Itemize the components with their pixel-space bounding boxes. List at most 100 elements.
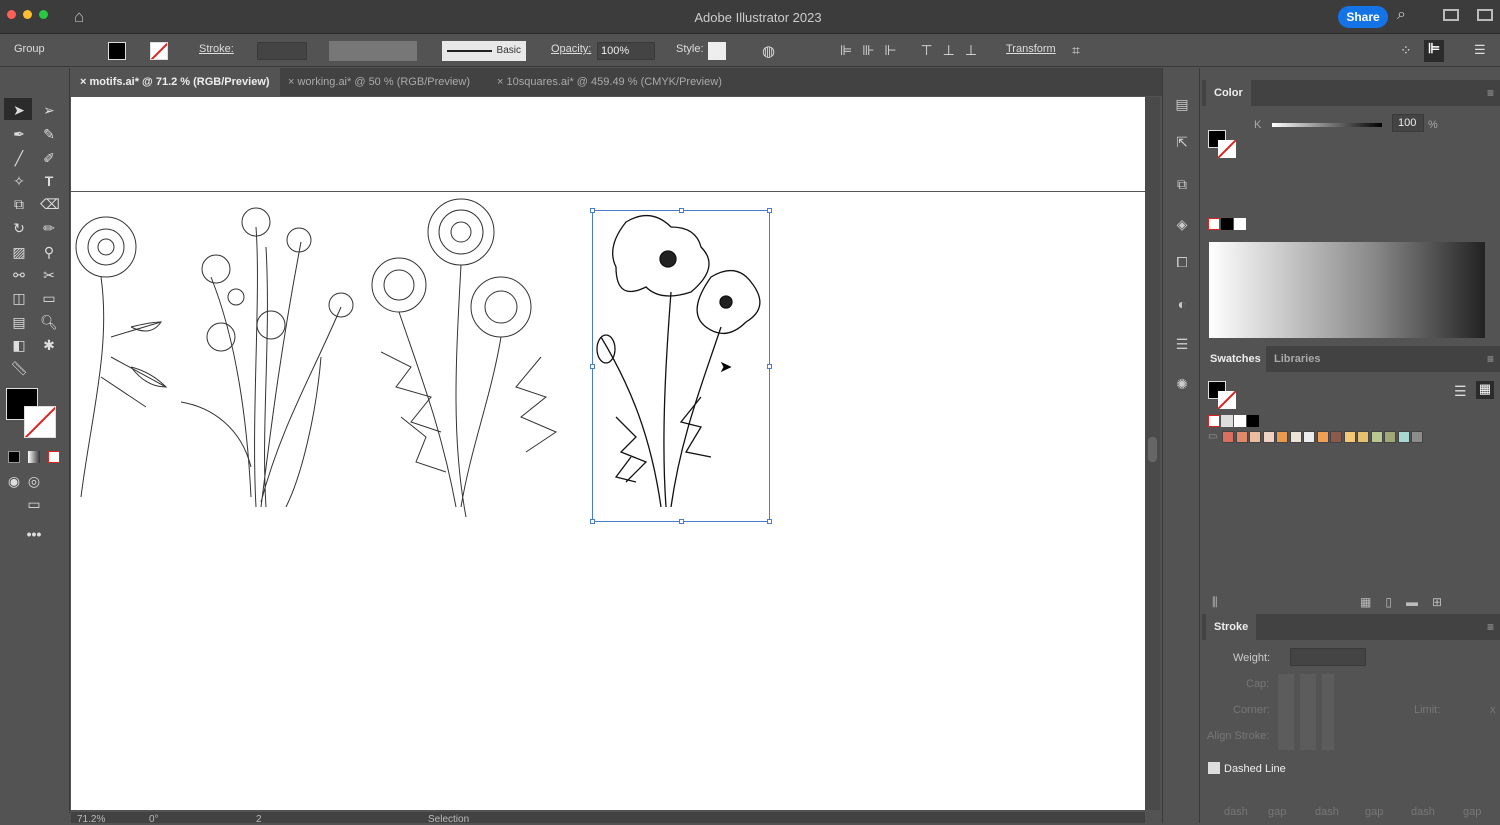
pencil-tool-icon[interactable]: ✏ — [40, 220, 58, 236]
adjustments-icon[interactable]: ☰ — [1173, 336, 1191, 352]
canvas[interactable]: ➤ — [71, 97, 1145, 810]
resize-handle[interactable] — [679, 208, 684, 213]
opacity-label[interactable]: Opacity: — [551, 43, 591, 55]
transform-button[interactable]: Transform — [1006, 43, 1056, 55]
stroke-panel-tab[interactable]: Stroke — [1206, 614, 1257, 640]
tab-working[interactable]: × working.ai* @ 50 % (RGB/Preview) — [278, 68, 480, 96]
resize-handle[interactable] — [590, 364, 595, 369]
color-swatch[interactable] — [1249, 431, 1261, 443]
shaper-tool-icon[interactable]: ✐ — [40, 150, 58, 166]
measure-tool-icon[interactable]: 📏︎ — [10, 360, 28, 376]
k-value-input[interactable]: 100 — [1392, 114, 1424, 132]
swatch-none[interactable] — [1208, 415, 1220, 427]
recolor-icon[interactable]: ◍ — [762, 42, 775, 60]
swatch-registration[interactable] — [1221, 415, 1233, 427]
artboards-icon[interactable]: ⧉ — [1173, 176, 1191, 192]
current-tool[interactable]: Selection — [428, 814, 469, 825]
export-icon[interactable]: ⇱ — [1173, 134, 1191, 150]
color-swatch[interactable] — [1303, 431, 1315, 443]
folder-icon[interactable]: ▭ — [1208, 431, 1217, 442]
arrange-icon[interactable]: ⁘ — [1400, 42, 1412, 59]
color-stroke-swatch[interactable] — [1218, 140, 1236, 158]
swatch-actions-icons[interactable]: ▦▯▬⊞ — [1360, 595, 1456, 609]
opacity-input[interactable]: 100% — [597, 42, 655, 60]
swatch-stroke[interactable] — [1218, 391, 1236, 409]
panel-menu-icon[interactable]: ≡ — [1487, 352, 1494, 366]
vertical-scrollbar[interactable] — [1145, 97, 1160, 810]
stroke-option-buttons[interactable] — [1278, 674, 1334, 750]
resize-handle[interactable] — [679, 519, 684, 524]
gradient-tool-icon[interactable]: ▨ — [10, 244, 28, 260]
color-swatch[interactable] — [1397, 431, 1410, 443]
tab-libraries[interactable]: Libraries — [1266, 346, 1329, 372]
eraser-tool-icon[interactable]: ⌫ — [40, 196, 60, 212]
search-icon[interactable]: ⌕ — [1397, 6, 1406, 24]
style-swatch[interactable] — [708, 42, 726, 60]
artboard-number[interactable]: 2 — [256, 814, 262, 825]
color-swatch[interactable] — [1235, 431, 1248, 443]
none-swatch[interactable] — [1208, 218, 1220, 230]
white-swatch[interactable] — [1234, 218, 1246, 230]
color-swatch[interactable] — [1276, 431, 1288, 443]
scale-tool-icon[interactable]: ⧉ — [10, 196, 28, 212]
color-swatch[interactable] — [1370, 431, 1383, 443]
swatch-white[interactable] — [1234, 415, 1246, 427]
isolate-icon[interactable]: ⌗ — [1072, 42, 1080, 59]
eyedropper-tool-icon[interactable]: ⚲ — [40, 244, 58, 260]
direct-selection-tool-icon[interactable]: ➢ — [40, 102, 58, 118]
swatch-black[interactable] — [1247, 415, 1259, 427]
color-mode-icon[interactable] — [8, 451, 20, 463]
pathfinder-icon[interactable]: ⧠ — [1173, 254, 1191, 270]
weight-input[interactable] — [1290, 648, 1366, 666]
black-swatch[interactable] — [1221, 218, 1233, 230]
appearance-icon[interactable]: ◐ — [1173, 296, 1191, 312]
color-swatch[interactable] — [1411, 431, 1423, 443]
pen-tool-icon[interactable]: ✒ — [10, 126, 28, 142]
stroke-color-box[interactable] — [24, 406, 56, 438]
screen-mode-icon[interactable]: ▭ — [25, 496, 43, 512]
swatch-library-icon[interactable]: ⫼ — [1212, 595, 1218, 610]
color-swatch[interactable] — [1316, 431, 1329, 443]
grid-view-icon[interactable]: ▦ — [1476, 381, 1494, 399]
color-swatch[interactable] — [1330, 431, 1342, 443]
brush-definition[interactable]: Basic — [442, 41, 526, 61]
selection-tool-icon[interactable]: ➤ — [10, 102, 28, 118]
color-panel-tab[interactable]: Color — [1206, 80, 1251, 106]
panel-toggle-icon[interactable] — [1477, 9, 1493, 21]
resize-handle[interactable] — [590, 519, 595, 524]
dashed-line-checkbox[interactable] — [1208, 762, 1220, 774]
fill-swatch[interactable] — [108, 42, 126, 60]
selection-bounding-box[interactable] — [590, 208, 772, 524]
slice-tool-icon[interactable]: ✂ — [40, 267, 58, 283]
align-icons[interactable]: ⊫⊪⊩ ⊤⊥⊥ — [840, 42, 987, 59]
color-swatch[interactable] — [1343, 431, 1356, 443]
puppet-warp-icon[interactable]: ✱ — [40, 337, 58, 353]
line-tool-icon[interactable]: ╱ — [10, 150, 28, 166]
magic-wand-icon[interactable]: ✧ — [10, 173, 28, 189]
brushes-icon[interactable]: ✺ — [1173, 376, 1191, 392]
control-menu-icon[interactable]: ☰ — [1474, 42, 1486, 58]
color-swatch[interactable] — [1222, 431, 1234, 443]
blend-tool-icon[interactable]: ⚯ — [10, 267, 28, 283]
resize-handle[interactable] — [767, 208, 772, 213]
color-swatch[interactable] — [1289, 431, 1302, 443]
warp-tool-icon[interactable]: ↻ — [10, 220, 28, 236]
color-spectrum[interactable] — [1209, 242, 1485, 338]
resize-handle[interactable] — [767, 364, 772, 369]
tab-motifs[interactable]: × motifs.ai* @ 71.2 % (RGB/Preview) — [70, 68, 280, 96]
color-swatch[interactable] — [1357, 431, 1369, 443]
tab-swatches[interactable]: Swatches — [1202, 346, 1269, 372]
live-paint-icon[interactable]: ▤ — [10, 314, 28, 330]
properties-toggle-icon[interactable]: ⊫ — [1424, 40, 1444, 62]
variable-width-profile[interactable] — [329, 41, 417, 61]
more-tools-icon[interactable]: ••• — [25, 526, 43, 542]
workspace-icon[interactable] — [1443, 9, 1459, 21]
tab-10squares[interactable]: × 10squares.ai* @ 459.49 % (CMYK/Preview… — [487, 68, 732, 96]
zoom-tool-icon[interactable]: 🔍︎ — [40, 314, 58, 330]
resize-handle[interactable] — [590, 208, 595, 213]
layers-icon[interactable]: ◈ — [1173, 216, 1191, 232]
rotation-value[interactable]: 0° — [149, 814, 159, 825]
curvature-tool-icon[interactable]: ✎ — [40, 126, 58, 142]
draw-normal-icon[interactable]: ◉ — [5, 473, 23, 489]
none-mode-icon[interactable] — [48, 451, 60, 463]
